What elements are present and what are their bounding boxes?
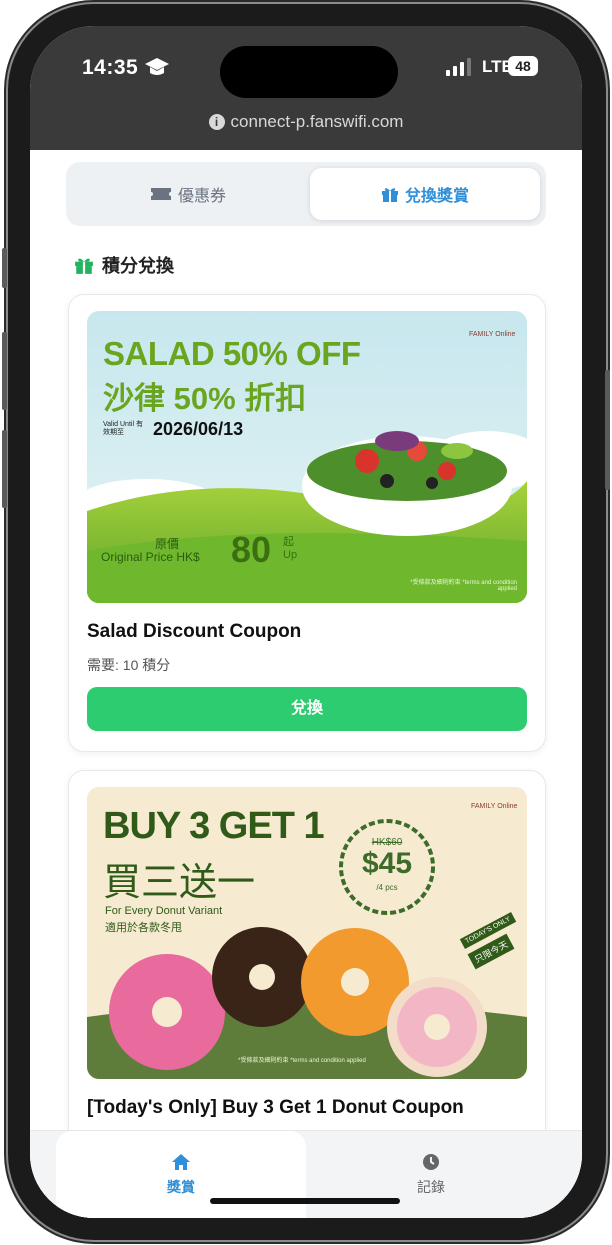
- banner-headline-en: SALAD 50% OFF: [103, 335, 361, 372]
- section-title: 積分兌換: [74, 252, 174, 278]
- signal-bars-icon: [446, 58, 471, 76]
- info-icon[interactable]: i: [208, 114, 225, 130]
- banner-brand: FAMILY Online: [471, 803, 518, 810]
- banner-headline-zh: 買三送一: [103, 862, 256, 904]
- clock-icon: [423, 1154, 439, 1170]
- tab-bar: 優惠券 兌換獎賞: [66, 162, 546, 226]
- banner-price: $45: [361, 847, 413, 880]
- tab-coupons-label: 優惠券: [177, 188, 226, 205]
- gift-icon: [75, 258, 93, 274]
- banner-price-unit: /4 pcs: [376, 883, 398, 892]
- tab-redeem-label: 兌換獎賞: [404, 188, 469, 205]
- banner-terms: *受條款及細則約束 *terms and condition applied: [410, 580, 517, 592]
- redeem-button[interactable]: 兌換: [87, 687, 527, 731]
- mute-switch: [2, 248, 7, 288]
- banner-headline-en: BUY 3 GET 1: [103, 805, 325, 847]
- banner-headline-zh: 沙律 50% 折扣: [103, 381, 307, 416]
- banner-price-label: Original Price HK$: [101, 550, 200, 564]
- url-text: connect-p.fanswifi.com: [230, 112, 404, 131]
- screen: 14:35 LTE 48 i connect-p.fanswifi.com 優惠券: [30, 26, 582, 1218]
- tab-coupons[interactable]: 優惠券: [72, 168, 304, 220]
- reward-card: SALAD 50% OFF 沙律 50% 折扣 Valid Until 有效期至…: [68, 294, 546, 752]
- banner-valid-date: 2026/06/13: [153, 419, 244, 439]
- dynamic-island: [220, 46, 398, 98]
- nav-rewards-label: 獎賞: [167, 1179, 195, 1195]
- donut-banner-image: BUY 3 GET 1 買三送一 For Every Donut Variant…: [87, 787, 527, 1079]
- power-button: [605, 370, 610, 490]
- graduation-cap-icon: [145, 58, 169, 75]
- ticket-icon: [150, 188, 171, 200]
- banner-price-suffix-zh: 起: [283, 536, 294, 548]
- section-title-text: 積分兌換: [102, 256, 174, 276]
- home-indicator: [210, 1198, 400, 1204]
- nav-rewards[interactable]: 獎賞: [56, 1131, 306, 1218]
- banner-valid-label: Valid Until 有效期至: [103, 421, 143, 436]
- reward-title: Salad Discount Coupon: [87, 621, 302, 642]
- volume-up-button: [2, 332, 7, 410]
- status-bar: 14:35 LTE 48 i connect-p.fanswifi.com: [30, 26, 582, 150]
- nav-history-label: 記錄: [417, 1179, 445, 1195]
- reward-requirement: 需要: 10 積分: [87, 657, 171, 673]
- home-icon: [172, 1154, 190, 1170]
- reward-title: [Today's Only] Buy 3 Get 1 Donut Coupon: [87, 1097, 464, 1118]
- battery-icon: 48: [508, 56, 538, 76]
- gift-icon: [381, 188, 398, 202]
- banner-sub-zh: 適用於各款冬甩: [105, 922, 182, 934]
- address-bar[interactable]: i connect-p.fanswifi.com: [30, 112, 582, 132]
- tab-redeem-rewards[interactable]: 兌換獎賞: [310, 168, 540, 220]
- bottom-nav: 獎賞 記錄: [30, 1130, 582, 1218]
- banner-brand: FAMILY Online: [469, 331, 516, 338]
- salad-banner-image: SALAD 50% OFF 沙律 50% 折扣 Valid Until 有效期至…: [87, 311, 527, 603]
- banner-price-suffix-en: Up: [283, 549, 298, 561]
- banner-price-value: 80: [231, 529, 272, 570]
- status-time: 14:35: [82, 56, 139, 79]
- volume-down-button: [2, 430, 7, 508]
- banner-sub-en: For Every Donut Variant: [105, 905, 223, 917]
- page-content: 優惠券 兌換獎賞 積分兌換 SALAD 50% OFF 沙律 50% 折扣 Va…: [30, 150, 582, 1218]
- nav-history[interactable]: 記錄: [306, 1131, 556, 1218]
- banner-terms: *受條款及細則約束 *terms and condition applied: [238, 1058, 366, 1064]
